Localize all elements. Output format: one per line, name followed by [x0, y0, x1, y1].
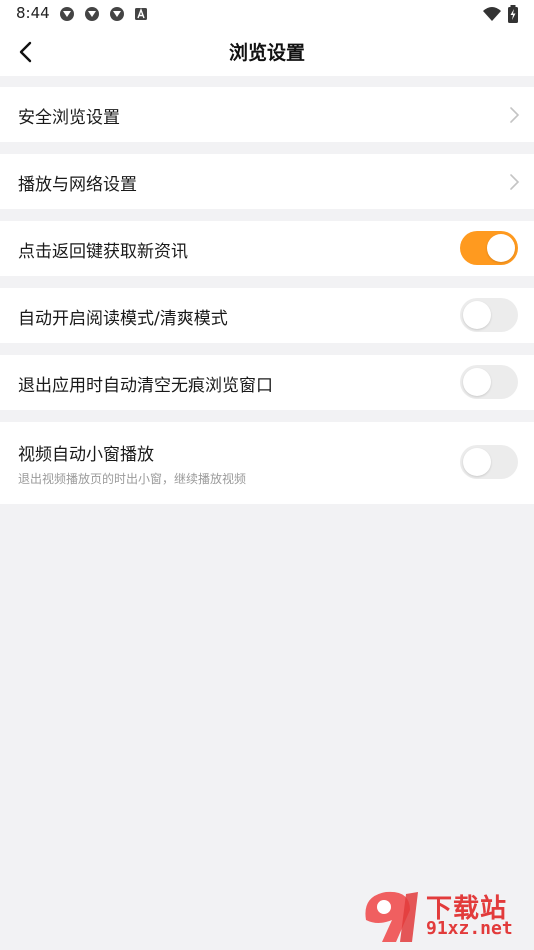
- watermark-site: 91xz.net: [426, 918, 513, 939]
- title-bar: 浏览设置: [0, 28, 534, 76]
- wifi-icon: [482, 6, 502, 22]
- setting-label: 点击返回键获取新资讯: [18, 242, 188, 262]
- page-title: 浏览设置: [228, 42, 305, 64]
- setting-label: 视频自动小窗播放: [18, 445, 154, 465]
- toggle-knob: [463, 368, 491, 396]
- back-refresh-news-toggle[interactable]: [460, 231, 518, 265]
- setting-sublabel: 退出视频播放页的时出小窗，继续播放视频: [18, 472, 247, 486]
- setting-playback-network[interactable]: 播放与网络设置: [0, 154, 534, 209]
- clear-incognito-toggle[interactable]: [460, 365, 518, 399]
- toggle-knob: [463, 301, 491, 329]
- setting-auto-reading-mode: 自动开启阅读模式/清爽模式: [0, 288, 534, 343]
- setting-label: 安全浏览设置: [18, 108, 120, 128]
- chevron-right-icon: [510, 174, 520, 190]
- status-bar: 8:44: [0, 0, 534, 28]
- video-pip-toggle[interactable]: [460, 445, 518, 479]
- toggle-knob: [487, 234, 515, 262]
- setting-clear-incognito: 退出应用时自动清空无痕浏览窗口: [0, 355, 534, 410]
- watermark-logo-icon: [365, 891, 418, 942]
- app-a-icon: [134, 7, 148, 21]
- screen: 8:44 浏览设置 安全浏览设置 播放与网络设置 点击返回键获取新资讯 自动开启…: [0, 0, 534, 950]
- setting-label: 自动开启阅读模式/清爽模式: [18, 309, 228, 329]
- auto-reading-mode-toggle[interactable]: [460, 298, 518, 332]
- status-time: 8:44: [16, 4, 50, 22]
- toggle-knob: [463, 448, 491, 476]
- setting-back-refresh-news: 点击返回键获取新资讯: [0, 221, 534, 276]
- app-icon: [58, 6, 76, 22]
- app-icon: [83, 6, 101, 22]
- setting-video-pip: 视频自动小窗播放 退出视频播放页的时出小窗，继续播放视频: [0, 422, 534, 504]
- setting-label: 播放与网络设置: [18, 175, 137, 195]
- app-icon: [108, 6, 126, 22]
- battery-icon: [507, 5, 519, 23]
- setting-safe-browsing[interactable]: 安全浏览设置: [0, 87, 534, 142]
- chevron-right-icon: [510, 107, 520, 123]
- watermark: 下载站 91xz.net: [360, 886, 530, 946]
- setting-label: 退出应用时自动清空无痕浏览窗口: [18, 376, 273, 396]
